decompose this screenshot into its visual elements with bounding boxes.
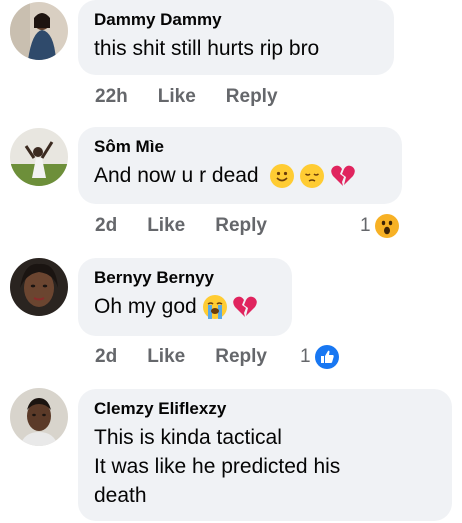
comment-text-line-3: death [94, 484, 147, 507]
reaction-count: 1 [300, 346, 311, 367]
like-button[interactable]: Like [147, 215, 185, 237]
comment-time[interactable]: 2d [95, 346, 117, 368]
comment-bubble: Dammy Dammy this shit still hurts rip br… [78, 0, 394, 75]
comment-text: this shit still hurts rip bro [94, 37, 320, 60]
comment-actions: 2d Like Reply [95, 344, 267, 370]
pensive-face-emoji-icon [300, 164, 325, 189]
slightly-smiling-face-emoji-icon [270, 164, 295, 189]
reply-button[interactable]: Reply [215, 346, 267, 368]
avatar[interactable] [10, 388, 68, 446]
comment-text: And now u r dead [94, 164, 259, 187]
loudly-crying-face-emoji-icon [202, 295, 227, 320]
like-button[interactable]: Like [147, 346, 185, 368]
reaction-summary[interactable]: 1 [360, 213, 399, 239]
comment-text-line-2: It was like he predicted his [94, 455, 341, 478]
comment-bubble: Clemzy Eliflexzy This is kinda tactical … [78, 389, 452, 521]
comment-author[interactable]: Bernyy Bernyy [94, 268, 278, 288]
avatar[interactable] [10, 2, 68, 60]
reaction-summary[interactable]: 1 [300, 344, 339, 370]
comment-bubble: Bernyy Bernyy Oh my god [78, 258, 292, 336]
reaction-count: 1 [360, 215, 371, 236]
wow-reaction-icon [374, 214, 399, 238]
comment-bubble: Sôm Mìe And now u r dead [78, 127, 402, 204]
broken-heart-emoji-icon [233, 297, 258, 318]
like-reaction-icon [314, 345, 339, 369]
comment-actions: 2d Like Reply [95, 213, 267, 239]
avatar-image [10, 128, 68, 186]
comment-time[interactable]: 22h [95, 86, 128, 108]
comment-time[interactable]: 2d [95, 215, 117, 237]
avatar-image [10, 258, 68, 316]
comment-text-line-1: This is kinda tactical [94, 426, 282, 449]
comment-author[interactable]: Dammy Dammy [94, 10, 380, 30]
comment-text-line: Oh my god [94, 292, 278, 321]
reply-button[interactable]: Reply [226, 86, 278, 108]
reply-button[interactable]: Reply [215, 215, 267, 237]
comment-text-line: And now u r dead [94, 161, 388, 190]
comment-author[interactable]: Sôm Mìe [94, 137, 388, 157]
comment-text: Oh my god [94, 295, 197, 318]
avatar[interactable] [10, 128, 68, 186]
comment-author[interactable]: Clemzy Eliflexzy [94, 399, 438, 419]
avatar[interactable] [10, 258, 68, 316]
comment-actions: 22h Like Reply [95, 84, 278, 110]
avatar-image [10, 388, 68, 446]
avatar-image [10, 2, 68, 60]
like-button[interactable]: Like [158, 86, 196, 108]
broken-heart-emoji-icon [331, 166, 355, 187]
